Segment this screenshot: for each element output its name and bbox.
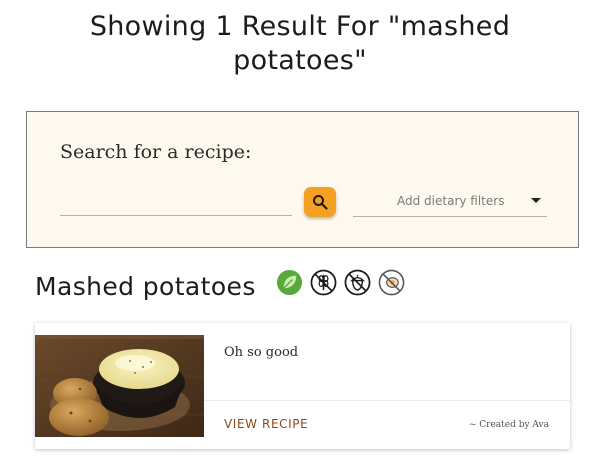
results-heading: Showing 1 Result For "mashed potatoes" (0, 10, 600, 78)
search-input[interactable] (60, 188, 292, 216)
card-divider (204, 400, 570, 401)
dietary-icons (276, 269, 405, 296)
magnifier-icon (313, 195, 328, 210)
nut-free-icon (344, 269, 371, 296)
gluten-free-icon (310, 269, 337, 296)
created-by-label: ~ Created by Ava (468, 420, 549, 430)
search-button[interactable] (304, 187, 336, 217)
search-panel: Search for a recipe: Add dietary filters (26, 111, 579, 248)
recipe-card: Oh so good VIEW RECIPE ~ Created by Ava (35, 323, 570, 449)
results-heading-line2: potatoes" (233, 45, 367, 76)
view-recipe-link[interactable]: VIEW RECIPE (224, 417, 308, 431)
results-heading-line1: Showing 1 Result For "mashed (89, 11, 511, 42)
chevron-down-icon (531, 198, 541, 203)
search-label: Search for a recipe: (60, 141, 252, 163)
recipe-description: Oh so good (224, 345, 299, 360)
vegetarian-leaf-icon (276, 269, 303, 296)
no-egg-icon (378, 269, 405, 296)
recipe-title: Mashed potatoes (35, 272, 256, 301)
dietary-filter-placeholder: Add dietary filters (397, 194, 505, 208)
dietary-filter-select[interactable]: Add dietary filters (353, 187, 547, 217)
mashed-potatoes-image (35, 335, 204, 437)
